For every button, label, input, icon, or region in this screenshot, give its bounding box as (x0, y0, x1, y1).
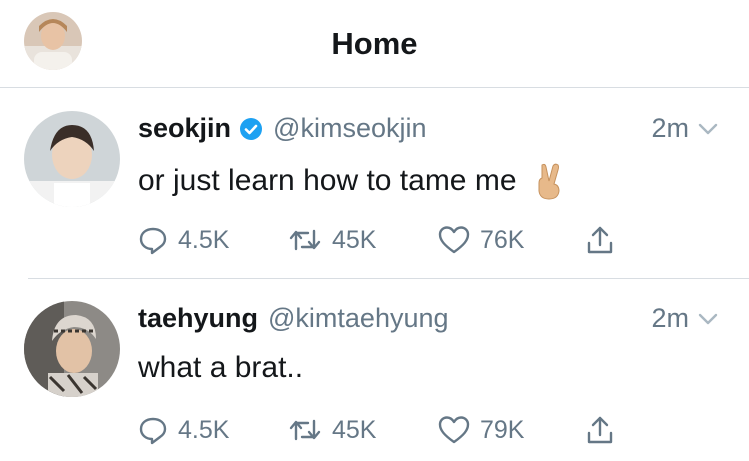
reply-icon (139, 417, 167, 445)
retweet-icon (289, 229, 321, 251)
tweet-body: or just learn how to tame me (138, 164, 517, 197)
top-bar: Home (0, 0, 749, 88)
share-icon (587, 416, 613, 444)
username-handle[interactable]: @kimtaehyung (268, 303, 449, 334)
share-button[interactable] (586, 225, 624, 255)
retweet-count: 45K (332, 225, 377, 254)
tweet-text: what a brat.. (138, 351, 303, 385)
tweet-avatar[interactable] (24, 301, 120, 397)
like-count: 76K (480, 225, 525, 254)
tweet-avatar[interactable] (24, 111, 120, 207)
like-count: 79K (480, 415, 525, 444)
tweet-timestamp: 2m (651, 303, 719, 334)
tweet-header: seokjin @kimseokjin (138, 113, 427, 144)
retweet-icon (289, 419, 321, 441)
username-handle[interactable]: @kimseokjin (273, 113, 426, 144)
reply-count: 4.5K (178, 225, 230, 254)
victory-hand-icon (538, 163, 560, 200)
reply-button[interactable]: 4.5K (138, 225, 229, 255)
reply-button[interactable]: 4.5K (138, 415, 229, 445)
time-label: 2m (651, 303, 689, 333)
tweet-body: what a brat.. (138, 351, 304, 384)
time-label: 2m (651, 113, 689, 143)
heart-icon (438, 226, 470, 254)
chevron-down-icon[interactable] (697, 118, 719, 140)
avatar-image (24, 301, 120, 397)
page-title: Home (331, 26, 418, 61)
like-button[interactable]: 76K (438, 225, 524, 255)
chevron-down-icon[interactable] (697, 308, 719, 330)
display-name[interactable]: taehyung (138, 303, 258, 334)
retweet-button[interactable]: 45K (288, 225, 376, 255)
tweet-actions: 4.5K 45K 79K (138, 415, 638, 449)
tweet[interactable]: seokjin @kimseokjin 2m or just learn how… (0, 89, 749, 278)
tweet[interactable]: taehyung @kimtaehyung 2m what a brat.. 4… (0, 279, 749, 461)
retweet-count: 45K (332, 415, 377, 444)
tweet-header: taehyung @kimtaehyung (138, 303, 449, 334)
display-name[interactable]: seokjin (138, 113, 231, 144)
verified-badge-icon (240, 117, 263, 140)
heart-icon (438, 416, 470, 444)
tweet-timestamp: 2m (651, 113, 719, 144)
share-icon (587, 226, 613, 254)
avatar-image (24, 111, 120, 207)
tweet-text: or just learn how to tame me (138, 161, 569, 201)
tweet-actions: 4.5K 45K 76K (138, 225, 638, 259)
share-button[interactable] (586, 415, 624, 445)
like-button[interactable]: 79K (438, 415, 524, 445)
reply-count: 4.5K (178, 415, 230, 444)
reply-icon (139, 227, 167, 255)
retweet-button[interactable]: 45K (288, 415, 376, 445)
